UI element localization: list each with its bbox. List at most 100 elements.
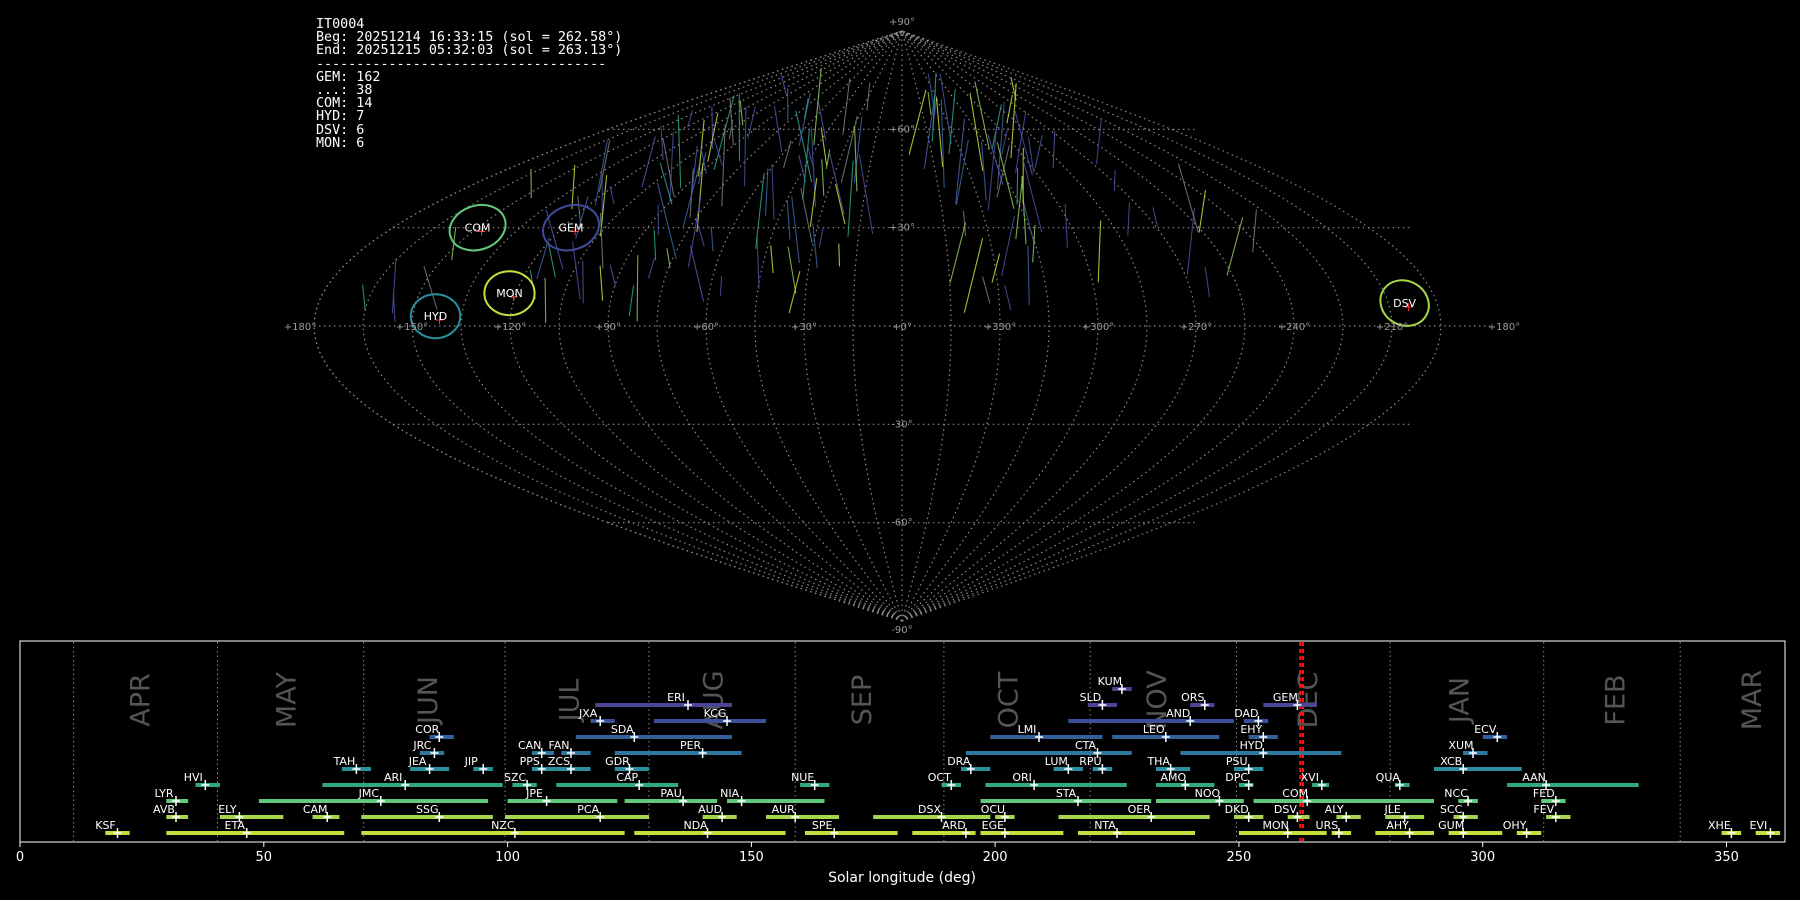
meteor-track — [1127, 202, 1130, 236]
shower-label: OER — [1128, 803, 1152, 816]
meteor-track — [636, 255, 639, 322]
meteor-track — [696, 162, 704, 232]
shower-label: PER — [680, 739, 702, 752]
x-axis: 0 50 100 150 200 250 300 350 — [16, 842, 1739, 865]
meteor-track — [609, 265, 617, 287]
shower-label: PAU — [660, 787, 682, 800]
meteor-track — [582, 260, 584, 304]
shower-label: JRC — [412, 739, 431, 752]
meteor-track — [1252, 209, 1257, 253]
shower-label: DSX — [918, 803, 941, 816]
shower-label: EHY — [1240, 723, 1262, 736]
meteor-track — [599, 265, 604, 301]
shower-label: HVI — [184, 771, 203, 784]
meteor-track — [713, 137, 723, 166]
month-label: APR — [126, 673, 157, 727]
shower-timeline: APR MAY JUN JUL AUG SEP OCT NOV DEC JAN FEB MAR KSF… — [16, 640, 1786, 886]
radiant-label: COM — [465, 222, 491, 235]
shower-label: ORI — [1012, 771, 1032, 784]
radiant-label: GEM — [559, 222, 584, 235]
longitude-label: +180° — [1488, 322, 1520, 333]
shower-label: QUA — [1376, 771, 1401, 784]
longitude-label: +0° — [892, 322, 912, 333]
meteor-track — [788, 270, 801, 314]
latitude-label: +90° — [889, 17, 915, 28]
meteor-track — [743, 106, 747, 187]
meteor-track — [1226, 217, 1244, 276]
meteor-track — [982, 276, 991, 304]
month-label: MAY — [272, 671, 303, 728]
shower-label: DSV — [1274, 803, 1297, 816]
meteor-track — [1152, 207, 1158, 227]
longitude-label: +30° — [791, 322, 817, 333]
meteor-track — [1097, 220, 1102, 283]
shower-label: JXA — [578, 707, 598, 720]
shower-label: AVB — [153, 803, 175, 816]
latitude-label: -60° — [891, 518, 912, 529]
shower-label: HYD — [1240, 739, 1263, 752]
shower-label: DKD — [1225, 803, 1249, 816]
meteor-track — [1027, 137, 1035, 174]
meteor-track — [963, 238, 984, 313]
shower-label: NTA — [1094, 819, 1116, 832]
meteor-track — [628, 285, 635, 316]
shower-label: AUR — [772, 803, 796, 816]
shower-label: CAN — [518, 739, 541, 752]
meteor-track — [771, 164, 775, 220]
shower-label: XHE — [1708, 819, 1731, 832]
shower-label: AUD — [698, 803, 722, 816]
month-label: MAR — [1737, 670, 1768, 731]
meteor-track — [1001, 215, 1015, 276]
meteor-track — [842, 78, 851, 135]
shower-label: ALY — [1325, 803, 1344, 816]
shower-label: FAN — [548, 739, 569, 752]
shower-label: CAM — [303, 803, 328, 816]
shower-label: STA — [1056, 787, 1077, 800]
meteor-track — [1052, 130, 1056, 169]
meteor-track — [1177, 163, 1199, 233]
shower-label: FEV — [1533, 803, 1554, 816]
shower-label: COM — [1282, 787, 1308, 800]
month-label: SEP — [847, 675, 878, 725]
meteor-track — [1095, 120, 1102, 165]
meteor-track — [765, 167, 769, 216]
meteor-track — [813, 68, 822, 146]
meteor-track — [641, 136, 656, 188]
longitude-label: +240° — [1278, 322, 1310, 333]
shower-label: NDA — [683, 819, 708, 832]
shower-label: AHY — [1386, 819, 1409, 832]
meteor-track — [1022, 160, 1043, 233]
meteor-track — [594, 140, 608, 206]
meteor-track — [1004, 284, 1012, 311]
meteor-track — [689, 245, 705, 302]
meteor-track — [571, 164, 576, 210]
shower-label: GDR — [605, 755, 630, 768]
x-tick-label: 300 — [1470, 850, 1495, 865]
meteor-track — [786, 200, 791, 240]
shower-label: OCU — [981, 803, 1005, 816]
meteor-track — [858, 154, 874, 234]
meteor-track — [544, 277, 547, 323]
shower-label: DPC — [1225, 771, 1248, 784]
meteor-track — [609, 186, 615, 205]
meteor-track — [747, 106, 756, 139]
longitude-label: +180° — [284, 322, 316, 333]
radiant-label: DSV — [1393, 297, 1416, 310]
meteor-track — [647, 257, 656, 279]
meteor-track — [927, 91, 932, 115]
meteor-track — [1198, 189, 1207, 233]
meteor-track — [908, 89, 927, 155]
x-tick-label: 100 — [495, 850, 520, 865]
shower-label: AND — [1166, 707, 1190, 720]
meteor-track — [821, 159, 825, 196]
x-tick-label: 150 — [739, 850, 764, 865]
shower-label: SCC — [1440, 803, 1463, 816]
latitude-label: +60° — [889, 124, 915, 135]
shower-label: GEM — [1273, 691, 1298, 704]
radiant-markers: +COM +GEM+HYD+MON+DSV — [409, 203, 1430, 340]
shower-label: JIP — [464, 755, 478, 768]
shower-label: LMI — [1018, 723, 1037, 736]
meteor-track — [955, 118, 965, 204]
meteor-track — [653, 229, 657, 261]
shower-label: ZCS — [548, 755, 570, 768]
